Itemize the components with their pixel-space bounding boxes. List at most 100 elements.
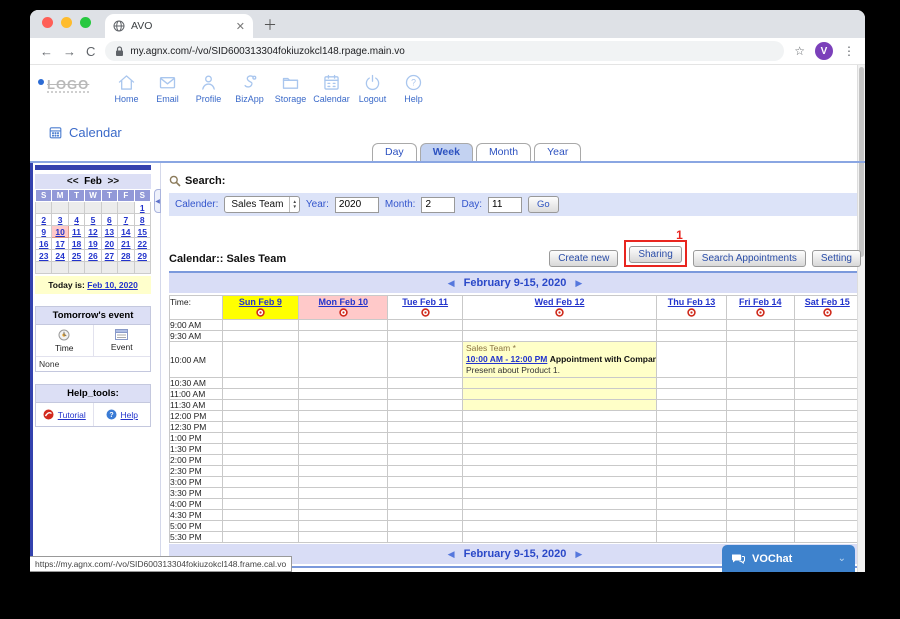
reload-icon[interactable]: C [86,44,95,59]
mini-calendar-date[interactable]: 18 [67,237,86,250]
event-cell[interactable] [461,377,658,390]
nav-item-help[interactable]: ? Help [397,72,430,104]
tab-year[interactable]: Year [534,143,582,161]
collapse-sidebar-handle[interactable]: ◀ [154,189,161,213]
day-header-link[interactable]: Sun Feb 9 [223,297,298,307]
minimize-window-icon[interactable] [61,16,72,28]
create-new-button[interactable]: Create new [549,250,619,267]
day-header-link[interactable]: Wed Feb 12 [463,297,655,307]
day-add-appointment-icon[interactable] [756,308,765,317]
profile-avatar[interactable]: V [815,42,833,60]
day-header-link[interactable]: Sat Feb 15 [795,297,859,307]
appointment-block[interactable]: Sales Team * 10:00 AM - 12:00 PM Appointm… [463,343,656,377]
mini-calendar-date[interactable]: 28 [117,249,135,262]
tab-month[interactable]: Month [475,143,532,161]
mini-calendar-date[interactable]: 26 [84,249,102,262]
nav-item-calendar[interactable]: Calendar [313,72,350,104]
mini-calendar-date[interactable]: 20 [100,237,119,250]
empty-slot [656,476,727,489]
tab-close-icon[interactable]: ✕ [236,20,245,33]
new-tab-icon[interactable]: ＋ [263,15,277,38]
day-header-link[interactable]: Tue Feb 11 [389,297,462,307]
mini-calendar-date[interactable]: 25 [67,249,86,262]
day-input[interactable] [488,196,523,213]
mini-calendar-date[interactable]: 5 [84,213,102,226]
prev-week-icon[interactable]: ◀ [442,278,461,288]
day-header-link[interactable]: Fri Feb 14 [727,297,793,307]
tutorial-link[interactable]: Tutorial [58,410,86,420]
back-icon[interactable]: ← [40,44,53,59]
mini-calendar-date[interactable]: 3 [51,213,69,226]
vochat-button[interactable]: VOChat ⌄ [722,545,855,572]
forward-icon[interactable]: → [63,44,76,59]
mini-calendar-date[interactable]: 19 [84,237,102,250]
mini-calendar-date[interactable]: 7 [117,213,135,226]
empty-slot [461,520,658,533]
event-cell[interactable] [461,399,658,412]
browser-tab[interactable]: AVO ✕ [105,14,253,38]
event-cell[interactable] [461,388,658,401]
day-add-appointment-icon[interactable] [339,308,348,317]
day-header-link[interactable]: Mon Feb 10 [300,297,387,307]
mini-calendar-date[interactable]: 10 [51,225,69,238]
prev-month-link[interactable]: << [67,176,79,187]
nav-item-storage[interactable]: Storage [274,72,307,104]
close-window-icon[interactable] [42,16,53,28]
sharing-button[interactable]: Sharing [629,246,682,263]
chevron-down-icon[interactable]: ⌄ [838,553,846,564]
setting-button[interactable]: Setting [811,250,861,267]
mini-calendar-date[interactable]: 2 [34,213,53,226]
nav-item-logout[interactable]: Logout [356,72,389,104]
empty-slot [656,443,727,456]
mini-calendar-date[interactable]: 15 [133,225,152,238]
go-button[interactable]: Go [528,196,559,213]
mini-calendar-date[interactable]: 16 [34,237,53,250]
mini-calendar-date[interactable]: 17 [51,237,69,250]
day-add-appointment-icon[interactable] [555,308,564,317]
mini-calendar-date[interactable]: 29 [133,249,152,262]
empty-slot [461,443,658,456]
month-input[interactable] [421,196,456,213]
mini-calendar-date[interactable]: 6 [100,213,119,226]
mini-calendar-date[interactable]: 11 [67,225,86,238]
tab-day[interactable]: Day [372,143,417,161]
mini-calendar-date[interactable]: 23 [34,249,53,262]
help-link[interactable]: Help [121,410,138,420]
nav-item-bizapp[interactable]: BizApp [233,72,266,104]
url-field[interactable]: my.agnx.com/-/vo/SID600313304fokiuzokcl1… [105,41,785,61]
mini-calendar-date[interactable]: 8 [133,213,152,226]
nav-item-profile[interactable]: Profile [192,72,225,104]
day-add-appointment-icon[interactable] [823,308,832,317]
mini-calendar-date[interactable]: 27 [100,249,119,262]
mini-calendar-date[interactable]: 24 [51,249,69,262]
mini-calendar-date[interactable]: 4 [67,213,86,226]
day-add-appointment-icon[interactable] [420,308,430,317]
day-header-link[interactable]: Thu Feb 13 [658,297,726,307]
mini-calendar-date[interactable]: 14 [117,225,135,238]
tab-week[interactable]: Week [419,143,473,161]
next-week-icon-bottom[interactable]: ▶ [569,549,588,559]
nav-item-email[interactable]: Email [151,72,184,104]
year-input[interactable] [334,196,379,213]
today-date-link[interactable]: Feb 10, 2020 [87,280,138,290]
search-bar: Calender: Sales Team ▲▼ Year: Month: Day… [169,193,861,216]
mini-calendar-date[interactable]: 22 [133,237,152,250]
appointment-time-link[interactable]: 10:00 AM - 12:00 PM [466,354,547,364]
day-add-appointment-icon[interactable] [687,308,696,317]
zoom-window-icon[interactable] [80,16,91,28]
mini-calendar-date[interactable]: 9 [34,225,53,238]
day-add-appointment-icon[interactable] [256,308,265,317]
prev-week-icon-bottom[interactable]: ◀ [442,549,461,559]
mini-calendar-date[interactable]: 12 [84,225,102,238]
browser-menu-icon[interactable]: ⋮ [843,44,855,58]
mini-calendar-date[interactable]: 1 [133,201,152,214]
mini-calendar-date[interactable]: 21 [117,237,135,250]
next-week-icon[interactable]: ▶ [569,278,588,288]
nav-item-home[interactable]: Home [110,72,143,104]
bookmark-star-icon[interactable]: ☆ [794,44,805,58]
event-cell[interactable]: Sales Team * 10:00 AM - 12:00 PM Appointm… [461,340,658,379]
next-month-link[interactable]: >> [107,176,119,187]
search-appointments-button[interactable]: Search Appointments [692,250,806,267]
mini-calendar-date[interactable]: 13 [100,225,119,238]
calendar-select[interactable]: Sales Team ▲ ▼ [224,196,300,213]
